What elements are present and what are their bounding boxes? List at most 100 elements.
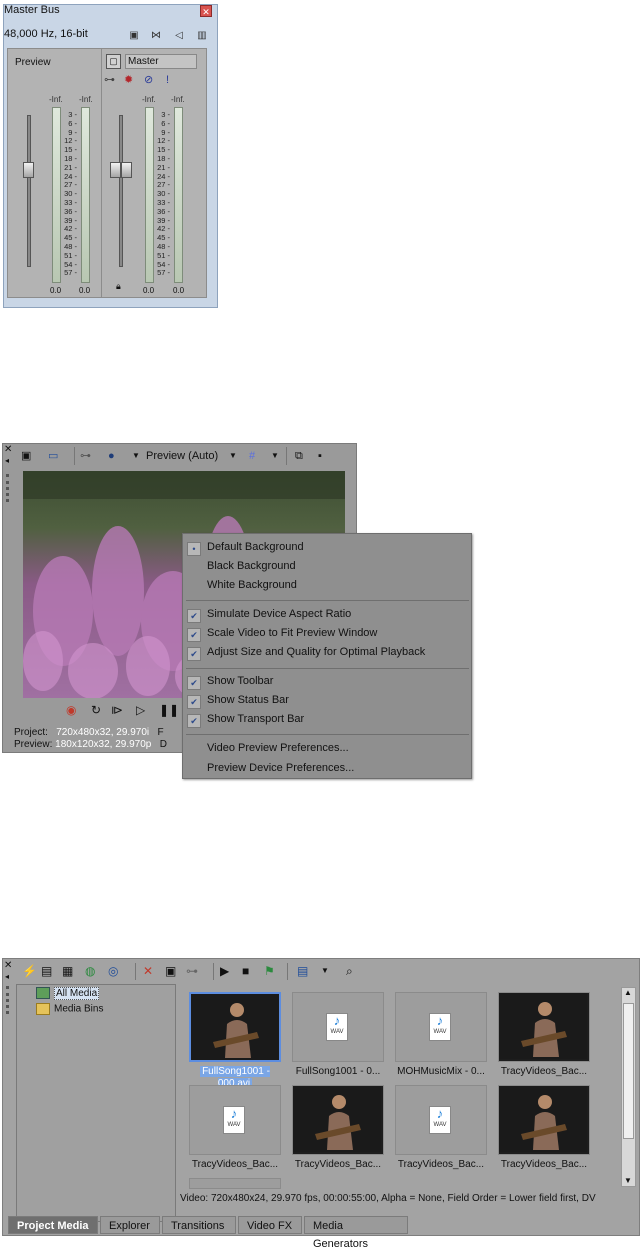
- close-icon[interactable]: ✕: [4, 960, 12, 971]
- scale-tick-label: 21 -: [157, 162, 170, 172]
- tree-item-all-media[interactable]: All Media: [36, 986, 100, 1000]
- insert-fx-icon[interactable]: ⊶: [104, 74, 115, 86]
- video-thumbnail-icon: [191, 994, 279, 1060]
- media-thumbnail[interactable]: [498, 1085, 590, 1155]
- menu-item[interactable]: Show Transport Bar: [207, 713, 304, 725]
- scale-tick-label: 39 -: [157, 215, 170, 225]
- menu-item[interactable]: Black Background: [207, 560, 296, 572]
- media-thumbnail[interactable]: [292, 1085, 384, 1155]
- tab-media-generators[interactable]: Media Generators: [304, 1216, 408, 1250]
- tab-transitions[interactable]: Transitions: [162, 1216, 236, 1234]
- scale-tick-label: 30 -: [157, 189, 170, 199]
- wav-file-icon: ♪ WAV: [223, 1106, 245, 1134]
- media-thumbnail[interactable]: ♪ WAV: [189, 1085, 281, 1155]
- master-fader-knob-right[interactable]: [121, 162, 132, 178]
- capture-video-icon[interactable]: ▤: [41, 961, 52, 981]
- preview-quality-dropdown[interactable]: Preview (Auto): [146, 448, 218, 464]
- wav-label: WAV: [433, 1122, 447, 1128]
- extract-audio-icon[interactable]: ◎: [108, 961, 118, 981]
- drag-grip[interactable]: [6, 986, 12, 1014]
- get-media-icon[interactable]: ▦: [62, 961, 73, 981]
- media-thumbnail[interactable]: [498, 992, 590, 1062]
- toolbar-separator: [74, 447, 75, 465]
- scroll-down-icon[interactable]: ▼: [624, 1176, 632, 1185]
- auto-preview-icon[interactable]: ⚑: [264, 961, 275, 981]
- fx-gear-icon[interactable]: ✹: [124, 74, 133, 86]
- menu-item[interactable]: Show Toolbar: [207, 675, 273, 687]
- video-fx-icon[interactable]: ⊶: [80, 448, 91, 464]
- menu-item[interactable]: Video Preview Preferences...: [207, 742, 349, 754]
- master-fader-knob-left[interactable]: [110, 162, 121, 178]
- start-preview-icon[interactable]: ▶: [220, 961, 229, 981]
- external-monitor-icon[interactable]: ▭: [48, 448, 58, 464]
- close-icon[interactable]: ✕: [4, 444, 12, 455]
- play-icon[interactable]: ▷: [136, 702, 145, 718]
- menu-item[interactable]: Show Status Bar: [207, 694, 289, 706]
- web-media-icon[interactable]: ◍: [85, 961, 95, 981]
- record-icon[interactable]: ◉: [66, 702, 76, 718]
- menu-item[interactable]: Preview Device Preferences...: [207, 762, 354, 774]
- menu-item[interactable]: Simulate Device Aspect Ratio: [207, 608, 351, 620]
- tab-video-fx[interactable]: Video FX: [238, 1216, 302, 1234]
- import-media-icon[interactable]: ⚡: [22, 961, 37, 981]
- media-fx-icon[interactable]: ⊶: [186, 961, 198, 981]
- wav-file-icon: ♪ WAV: [326, 1013, 348, 1041]
- save-snapshot-icon[interactable]: ▪: [318, 448, 322, 464]
- mute-icon[interactable]: ⊘: [144, 74, 153, 86]
- tab-project-media[interactable]: Project Media: [8, 1216, 98, 1234]
- pin-arrow-icon[interactable]: ◂: [5, 456, 9, 465]
- menu-item[interactable]: White Background: [207, 579, 297, 591]
- chevron-down-icon[interactable]: ▼: [271, 448, 279, 464]
- media-thumbnail[interactable]: [189, 1178, 281, 1189]
- media-thumbnail[interactable]: ♪ WAV: [292, 992, 384, 1062]
- media-tree: [16, 984, 176, 1222]
- properties-icon[interactable]: ▣: [21, 448, 31, 464]
- master-meter-right: [174, 107, 183, 283]
- preview-fader-knob[interactable]: [23, 162, 34, 178]
- tree-item-media-bins[interactable]: Media Bins: [36, 1003, 103, 1016]
- media-caption: TracyVideos_Bac...: [181, 1159, 289, 1170]
- media-caption-text: TracyVideos_Bac...: [500, 1066, 588, 1077]
- stop-preview-icon[interactable]: ■: [242, 961, 249, 981]
- chevron-down-icon[interactable]: ▼: [132, 448, 140, 464]
- wav-label: WAV: [227, 1122, 241, 1128]
- copy-snapshot-icon[interactable]: ⧉: [295, 448, 303, 464]
- menu-item[interactable]: Scale Video to Fit Preview Window: [207, 627, 377, 639]
- properties-icon[interactable]: ▣: [127, 29, 141, 43]
- menu-item[interactable]: Adjust Size and Quality for Optimal Play…: [207, 646, 425, 658]
- pin-arrow-icon[interactable]: ◂: [5, 972, 9, 981]
- media-thumbnail[interactable]: ♪ WAV: [395, 992, 487, 1062]
- mixer-icon[interactable]: ▥: [195, 29, 209, 43]
- master-fx-button[interactable]: ▢: [106, 54, 121, 69]
- menu-item[interactable]: Default Background: [207, 541, 304, 553]
- chevron-down-icon[interactable]: ▼: [229, 448, 237, 464]
- play-from-start-icon[interactable]: ⧐: [111, 702, 123, 718]
- views-icon[interactable]: ▤: [297, 961, 308, 981]
- lock-icon[interactable]: 🔒︎: [116, 281, 121, 292]
- media-thumbnail[interactable]: ♪ WAV: [395, 1085, 487, 1155]
- master-meter-left: [145, 107, 154, 283]
- toolbar-separator: [213, 963, 214, 980]
- scale-tick-label: 42 -: [64, 224, 77, 234]
- downmix-icon[interactable]: ⋈: [149, 29, 163, 43]
- loop-icon[interactable]: ↻: [91, 702, 101, 718]
- pin-icon[interactable]: !: [166, 74, 169, 86]
- scale-tick-label: 48 -: [157, 242, 170, 251]
- scroll-up-icon[interactable]: ▲: [624, 988, 632, 997]
- drag-grip[interactable]: [6, 474, 12, 502]
- delete-icon[interactable]: ✕: [143, 961, 153, 981]
- search-icon[interactable]: ⌕: [346, 961, 353, 981]
- tab-explorer[interactable]: Explorer: [100, 1216, 160, 1234]
- chevron-down-icon[interactable]: ▼: [321, 961, 329, 981]
- pause-icon[interactable]: ❚❚: [159, 702, 179, 718]
- media-thumbnail[interactable]: [189, 992, 281, 1062]
- split-screen-icon[interactable]: ●: [108, 448, 115, 464]
- peak-value-right: 0.0: [79, 286, 91, 295]
- video-thumbnail-icon: [499, 1086, 587, 1152]
- master-channel-label[interactable]: Master: [125, 54, 197, 69]
- dim-output-icon[interactable]: ◁: [172, 29, 186, 43]
- grid-overlay-icon[interactable]: #: [249, 448, 255, 464]
- close-icon[interactable]: ✕: [200, 5, 212, 17]
- scrollbar-thumb[interactable]: [623, 1003, 634, 1139]
- properties-icon[interactable]: ▣: [165, 961, 176, 981]
